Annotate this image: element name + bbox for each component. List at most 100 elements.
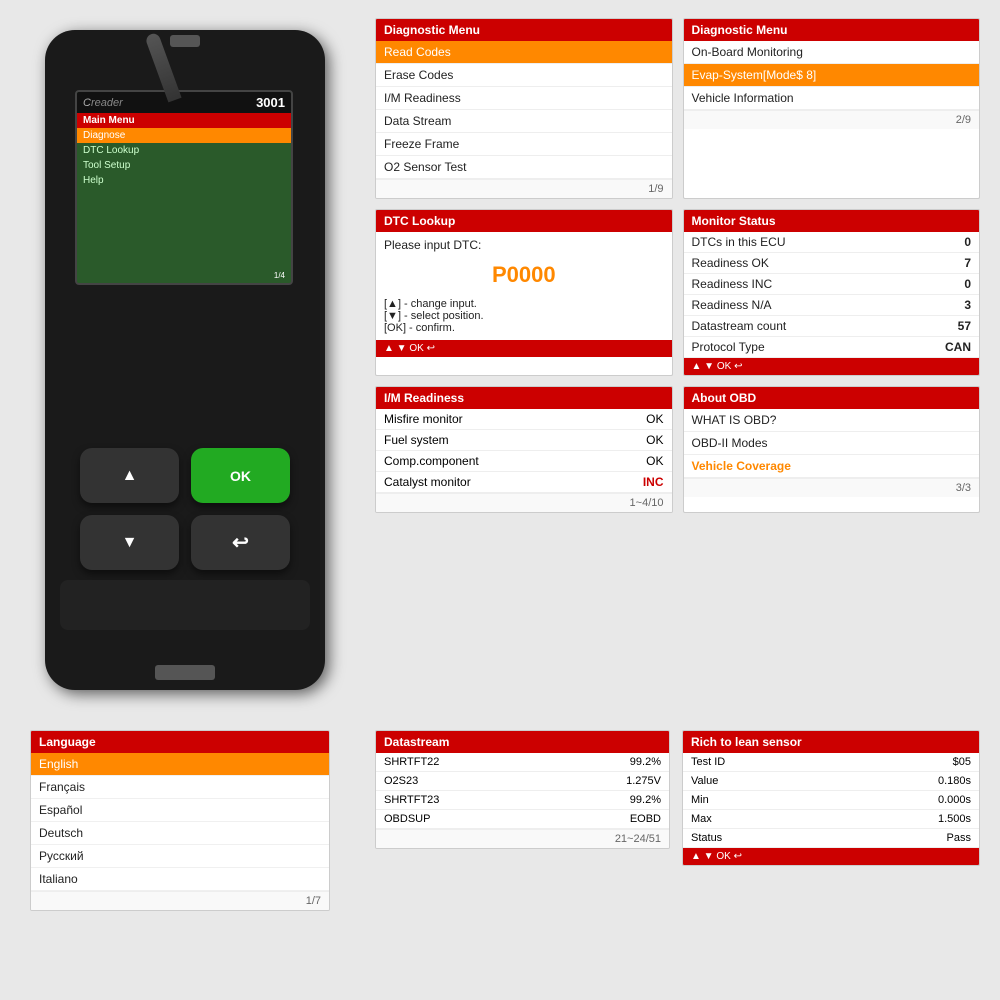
fuel-label: Fuel system	[384, 433, 449, 447]
about-obd-item-modes[interactable]: OBD-II Modes	[684, 432, 980, 455]
lang-italian[interactable]: Italiano	[31, 868, 329, 891]
sensor-testid-value: $05	[953, 756, 971, 768]
screen-item-3: Help	[77, 173, 291, 188]
monitor-controls: ▲ ▼ OK ↩	[692, 361, 743, 372]
lang-english[interactable]: English	[31, 753, 329, 776]
ds-row-shrtft22: SHRTFT22 99.2%	[376, 753, 669, 772]
about-obd-page: 3/3	[684, 478, 980, 497]
down-button[interactable]: ▼	[80, 515, 179, 570]
device-screen: Creader 3001 Main Menu Diagnose DTC Look…	[75, 90, 293, 285]
model-number: 3001	[256, 95, 285, 110]
sensor-row-status: Status Pass	[683, 829, 979, 848]
dtc-prompt: Please input DTC:	[384, 238, 664, 252]
device: Creader 3001 Main Menu Diagnose DTC Look…	[30, 30, 340, 730]
status-row-ds: Datastream count 57	[684, 316, 980, 337]
sensor-status-label: Status	[691, 832, 722, 844]
ds-row-obdsup: OBDSUP EOBD	[376, 810, 669, 829]
catalyst-label: Catalyst monitor	[384, 475, 471, 489]
screen-menu-header: Main Menu	[77, 113, 291, 128]
misfire-value: OK	[646, 412, 663, 426]
screen-item-2: Tool Setup	[77, 158, 291, 173]
ds-obdsup-value: EOBD	[630, 813, 661, 825]
dtc-hint-1: [▲] - change input.	[384, 298, 664, 310]
device-port	[170, 35, 200, 47]
status-dtcs-label: DTCs in this ECU	[692, 235, 786, 249]
up-button[interactable]: ▲	[80, 448, 179, 503]
diag-menu-2-item-evap[interactable]: Evap-System[Mode$ 8]	[684, 64, 980, 87]
datastream-panel: Datastream SHRTFT22 99.2% O2S23 1.275V S…	[375, 730, 670, 849]
status-ok-value: 7	[964, 256, 971, 270]
status-proto-value: CAN	[945, 340, 971, 354]
brand-letter: Creader	[83, 97, 123, 109]
datastream-header: Datastream	[376, 731, 669, 753]
sensor-status-value: Pass	[947, 832, 971, 844]
screen-item-1: DTC Lookup	[77, 143, 291, 158]
device-connector	[155, 665, 215, 680]
dtc-hint-3: [OK] - confirm.	[384, 322, 664, 334]
status-row-proto: Protocol Type CAN	[684, 337, 980, 358]
comp-label: Comp.component	[384, 454, 479, 468]
lang-spanish[interactable]: Español	[31, 799, 329, 822]
dtc-code[interactable]: P0000	[384, 256, 664, 294]
screen-selected-item: Diagnose	[77, 128, 291, 143]
dtc-controls: ▲ ▼ OK ↩	[384, 343, 435, 354]
lang-russian[interactable]: Русский	[31, 845, 329, 868]
dtc-hint-2: [▼] - select position.	[384, 310, 664, 322]
diag-menu-2-header: Diagnostic Menu	[684, 19, 980, 41]
diag-menu-2-page: 2/9	[684, 110, 980, 129]
device-buttons: ▲ OK ▼ ↩	[65, 448, 305, 570]
im-page: 1~4/10	[376, 493, 672, 512]
language-page: 1/7	[31, 891, 329, 910]
ds-obdsup-label: OBDSUP	[384, 813, 430, 825]
diag-menu-1-item-erase[interactable]: Erase Codes	[376, 64, 672, 87]
comp-value: OK	[646, 454, 663, 468]
ds-o2s23-label: O2S23	[384, 775, 418, 787]
rich-lean-header: Rich to lean sensor	[683, 731, 979, 753]
dtc-lookup-panel: DTC Lookup Please input DTC: P0000 [▲] -…	[375, 209, 673, 376]
misfire-label: Misfire monitor	[384, 412, 463, 426]
dtc-header: DTC Lookup	[376, 210, 672, 232]
diag-menu-2-item-monitoring[interactable]: On-Board Monitoring	[684, 41, 980, 64]
about-obd-header: About OBD	[684, 387, 980, 409]
sensor-max-label: Max	[691, 813, 712, 825]
about-obd-item-coverage[interactable]: Vehicle Coverage	[684, 455, 980, 478]
diag-menu-2-item-vehicle-info[interactable]: Vehicle Information	[684, 87, 980, 110]
lang-french[interactable]: Français	[31, 776, 329, 799]
device-grip	[60, 580, 310, 630]
sensor-min-label: Min	[691, 794, 709, 806]
back-button[interactable]: ↩	[191, 515, 290, 570]
language-panel: Language English Français Español Deutsc…	[30, 730, 330, 911]
ds-shrtft23-label: SHRTFT23	[384, 794, 439, 806]
status-proto-label: Protocol Type	[692, 340, 765, 354]
diag-menu-1-item-im[interactable]: I/M Readiness	[376, 87, 672, 110]
monitor-footer-bar: ▲ ▼ OK ↩	[684, 358, 980, 375]
ok-button[interactable]: OK	[191, 448, 290, 503]
readiness-row-comp: Comp.component OK	[376, 451, 672, 472]
ds-shrtft22-value: 99.2%	[630, 756, 661, 768]
diag-menu-1-item-freeze[interactable]: Freeze Frame	[376, 133, 672, 156]
ds-row-shrtft23: SHRTFT23 99.2%	[376, 791, 669, 810]
monitor-status-panel: Monitor Status DTCs in this ECU 0 Readin…	[683, 209, 981, 376]
diag-menu-1-item-read-codes[interactable]: Read Codes	[376, 41, 672, 64]
diag-menu-1-item-o2[interactable]: O2 Sensor Test	[376, 156, 672, 179]
status-row-inc: Readiness INC 0	[684, 274, 980, 295]
status-na-label: Readiness N/A	[692, 298, 772, 312]
language-header: Language	[31, 731, 329, 753]
dtc-footer-bar: ▲ ▼ OK ↩	[376, 340, 672, 357]
datastream-page: 21~24/51	[376, 829, 669, 848]
im-readiness-panel: I/M Readiness Misfire monitor OK Fuel sy…	[375, 386, 673, 513]
diag-menu-1-item-datastream[interactable]: Data Stream	[376, 110, 672, 133]
status-ok-label: Readiness OK	[692, 256, 769, 270]
diag-menu-1-page: 1/9	[376, 179, 672, 198]
monitor-header: Monitor Status	[684, 210, 980, 232]
readiness-row-catalyst: Catalyst monitor INC	[376, 472, 672, 493]
status-inc-label: Readiness INC	[692, 277, 773, 291]
sensor-min-value: 0.000s	[938, 794, 971, 806]
sensor-max-value: 1.500s	[938, 813, 971, 825]
about-obd-item-what[interactable]: WHAT IS OBD?	[684, 409, 980, 432]
lang-german[interactable]: Deutsch	[31, 822, 329, 845]
rich-lean-controls: ▲ ▼ OK ↩	[691, 851, 742, 862]
ds-shrtft22-label: SHRTFT22	[384, 756, 439, 768]
status-row-dtcs: DTCs in this ECU 0	[684, 232, 980, 253]
sensor-value-label: Value	[691, 775, 718, 787]
